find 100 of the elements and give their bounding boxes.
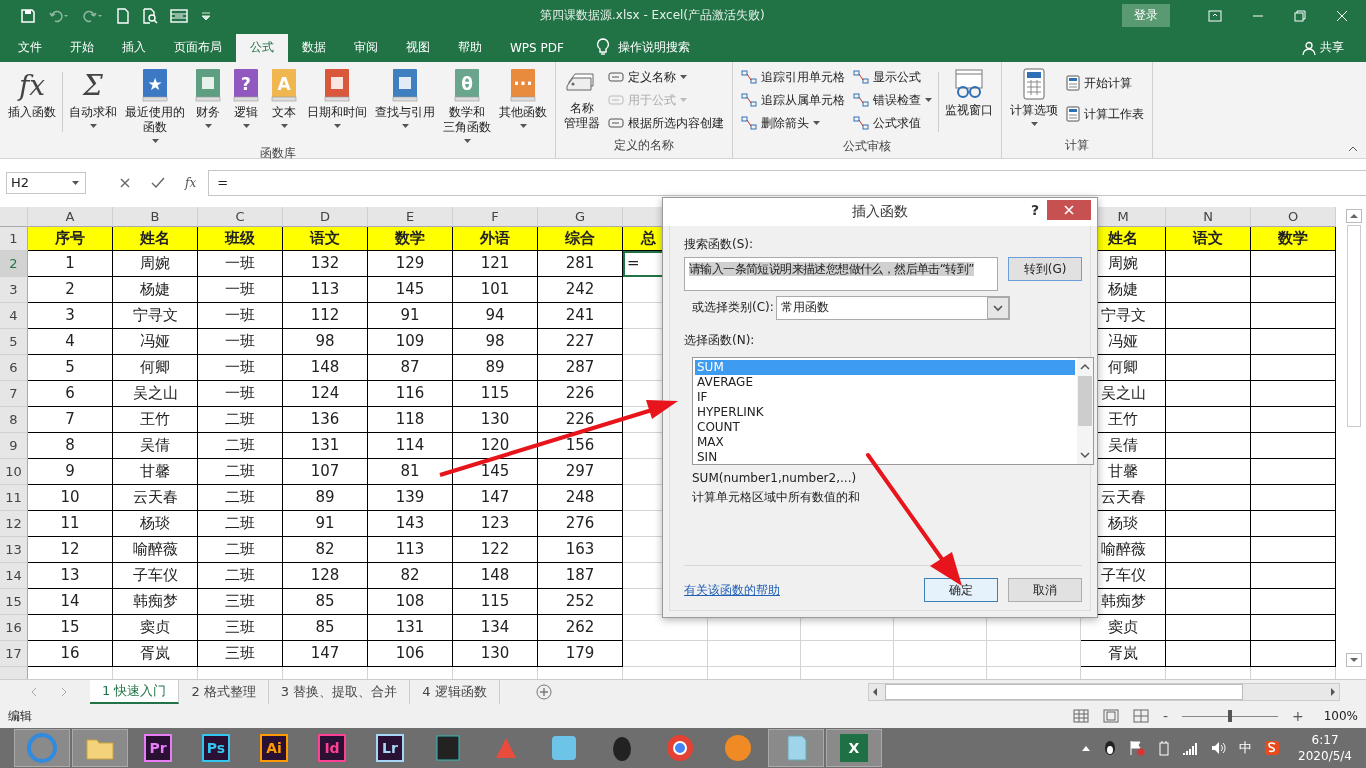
table-cell: 91 bbox=[368, 302, 453, 329]
table-cell: 胥岚 bbox=[1081, 640, 1166, 667]
table-cell: 139 bbox=[368, 484, 453, 511]
table-cell: 一班 bbox=[198, 250, 283, 277]
table-cell: 1 bbox=[28, 250, 113, 277]
table-cell: 128 bbox=[283, 562, 368, 589]
table-cell: 12 bbox=[28, 536, 113, 563]
table-cell: 82 bbox=[283, 536, 368, 563]
header-cell: 语文 bbox=[1166, 226, 1251, 251]
table-cell: 三班 bbox=[198, 640, 283, 667]
table-cell: 262 bbox=[538, 614, 623, 641]
table-cell: 7 bbox=[28, 406, 113, 433]
table-cell: 91 bbox=[283, 510, 368, 537]
table-cell: 108 bbox=[368, 588, 453, 615]
function-icon: Σ bbox=[76, 67, 110, 102]
group-label: 定义的名称 bbox=[614, 136, 674, 154]
status-mode: 编辑 bbox=[8, 707, 32, 725]
table-cell: 122 bbox=[453, 536, 538, 563]
table-cell: 89 bbox=[283, 484, 368, 511]
table-cell: 131 bbox=[283, 432, 368, 459]
table-cell: 10 bbox=[28, 484, 113, 511]
table-cell: 82 bbox=[368, 562, 453, 589]
table-cell: 179 bbox=[538, 640, 623, 667]
table-cell: 喻醉薇 bbox=[113, 536, 198, 563]
field-label: 或选择类别(C): bbox=[692, 299, 774, 316]
table-cell: 115 bbox=[453, 380, 538, 407]
table-cell: 132 bbox=[283, 250, 368, 277]
table-cell: 一班 bbox=[198, 328, 283, 355]
table-cell: 一班 bbox=[198, 380, 283, 407]
table-cell: 85 bbox=[283, 588, 368, 615]
table-cell: 241 bbox=[538, 302, 623, 329]
table-cell: 杨琰 bbox=[113, 510, 198, 537]
table-cell: 冯娅 bbox=[113, 328, 198, 355]
table-cell: 吴之山 bbox=[113, 380, 198, 407]
table-cell: 113 bbox=[368, 536, 453, 563]
table-cell: 2 bbox=[28, 276, 113, 303]
dialog-title: 插入函数 bbox=[852, 203, 908, 221]
header-cell: 外语 bbox=[453, 226, 538, 251]
table-cell: 二班 bbox=[198, 406, 283, 433]
table-cell: 窦贞 bbox=[113, 614, 198, 641]
header-cell: 班级 bbox=[198, 226, 283, 251]
table-cell: 王竹 bbox=[113, 406, 198, 433]
table-cell: 81 bbox=[368, 458, 453, 485]
table-cell: 一班 bbox=[198, 276, 283, 303]
table-cell: 窦贞 bbox=[1081, 614, 1166, 641]
table-cell: 8 bbox=[28, 432, 113, 459]
table-cell: 124 bbox=[283, 380, 368, 407]
book-icon: θ bbox=[454, 67, 480, 102]
table-cell: 胥岚 bbox=[113, 640, 198, 667]
book-icon: A bbox=[271, 67, 297, 102]
table-cell: 131 bbox=[368, 614, 453, 641]
table-cell: 98 bbox=[453, 328, 538, 355]
table-cell: 148 bbox=[453, 562, 538, 589]
table-cell: 16 bbox=[28, 640, 113, 667]
table-cell: 11 bbox=[28, 510, 113, 537]
table-cell: 115 bbox=[453, 588, 538, 615]
table-cell: 5 bbox=[28, 354, 113, 381]
table-cell: 227 bbox=[538, 328, 623, 355]
table-cell: 107 bbox=[283, 458, 368, 485]
function-icon: fx bbox=[15, 67, 49, 102]
header-cell: 姓名 bbox=[113, 226, 198, 251]
table-cell: 94 bbox=[453, 302, 538, 329]
table-cell: 112 bbox=[283, 302, 368, 329]
table-cell: 三班 bbox=[198, 614, 283, 641]
book-icon: ? bbox=[233, 67, 259, 102]
table-cell: 121 bbox=[453, 250, 538, 277]
group-label: 计算 bbox=[1065, 136, 1089, 154]
table-cell: 85 bbox=[283, 614, 368, 641]
table-cell: 147 bbox=[453, 484, 538, 511]
table-cell: 二班 bbox=[198, 432, 283, 459]
table-cell: 281 bbox=[538, 250, 623, 277]
table-cell: 187 bbox=[538, 562, 623, 589]
table-cell: 韩痴梦 bbox=[113, 588, 198, 615]
table-cell: 吴倩 bbox=[113, 432, 198, 459]
function-description: 计算单元格区域中所有数值的和 bbox=[692, 489, 861, 506]
table-cell: 242 bbox=[538, 276, 623, 303]
function-signature: SUM(number1,number2,...) bbox=[692, 471, 858, 485]
table-cell: 14 bbox=[28, 588, 113, 615]
table-cell: 二班 bbox=[198, 562, 283, 589]
table-cell: 287 bbox=[538, 354, 623, 381]
table-cell: 周婉 bbox=[113, 250, 198, 277]
table-cell: 134 bbox=[453, 614, 538, 641]
table-cell: 143 bbox=[368, 510, 453, 537]
table-cell: 252 bbox=[538, 588, 623, 615]
header-cell: 数学 bbox=[1251, 226, 1336, 251]
table-cell: 13 bbox=[28, 562, 113, 589]
table-cell: 114 bbox=[368, 432, 453, 459]
table-cell: 129 bbox=[368, 250, 453, 277]
table-cell: 109 bbox=[368, 328, 453, 355]
table-cell: 3 bbox=[28, 302, 113, 329]
table-cell: 甘馨 bbox=[113, 458, 198, 485]
table-cell: 118 bbox=[368, 406, 453, 433]
table-cell: 101 bbox=[453, 276, 538, 303]
book-icon: ★ bbox=[142, 67, 168, 102]
table-cell: 148 bbox=[283, 354, 368, 381]
table-cell: 二班 bbox=[198, 510, 283, 537]
table-cell: 116 bbox=[368, 380, 453, 407]
table-cell: 杨婕 bbox=[113, 276, 198, 303]
header-cell: 数学 bbox=[368, 226, 453, 251]
table-cell: 130 bbox=[453, 640, 538, 667]
